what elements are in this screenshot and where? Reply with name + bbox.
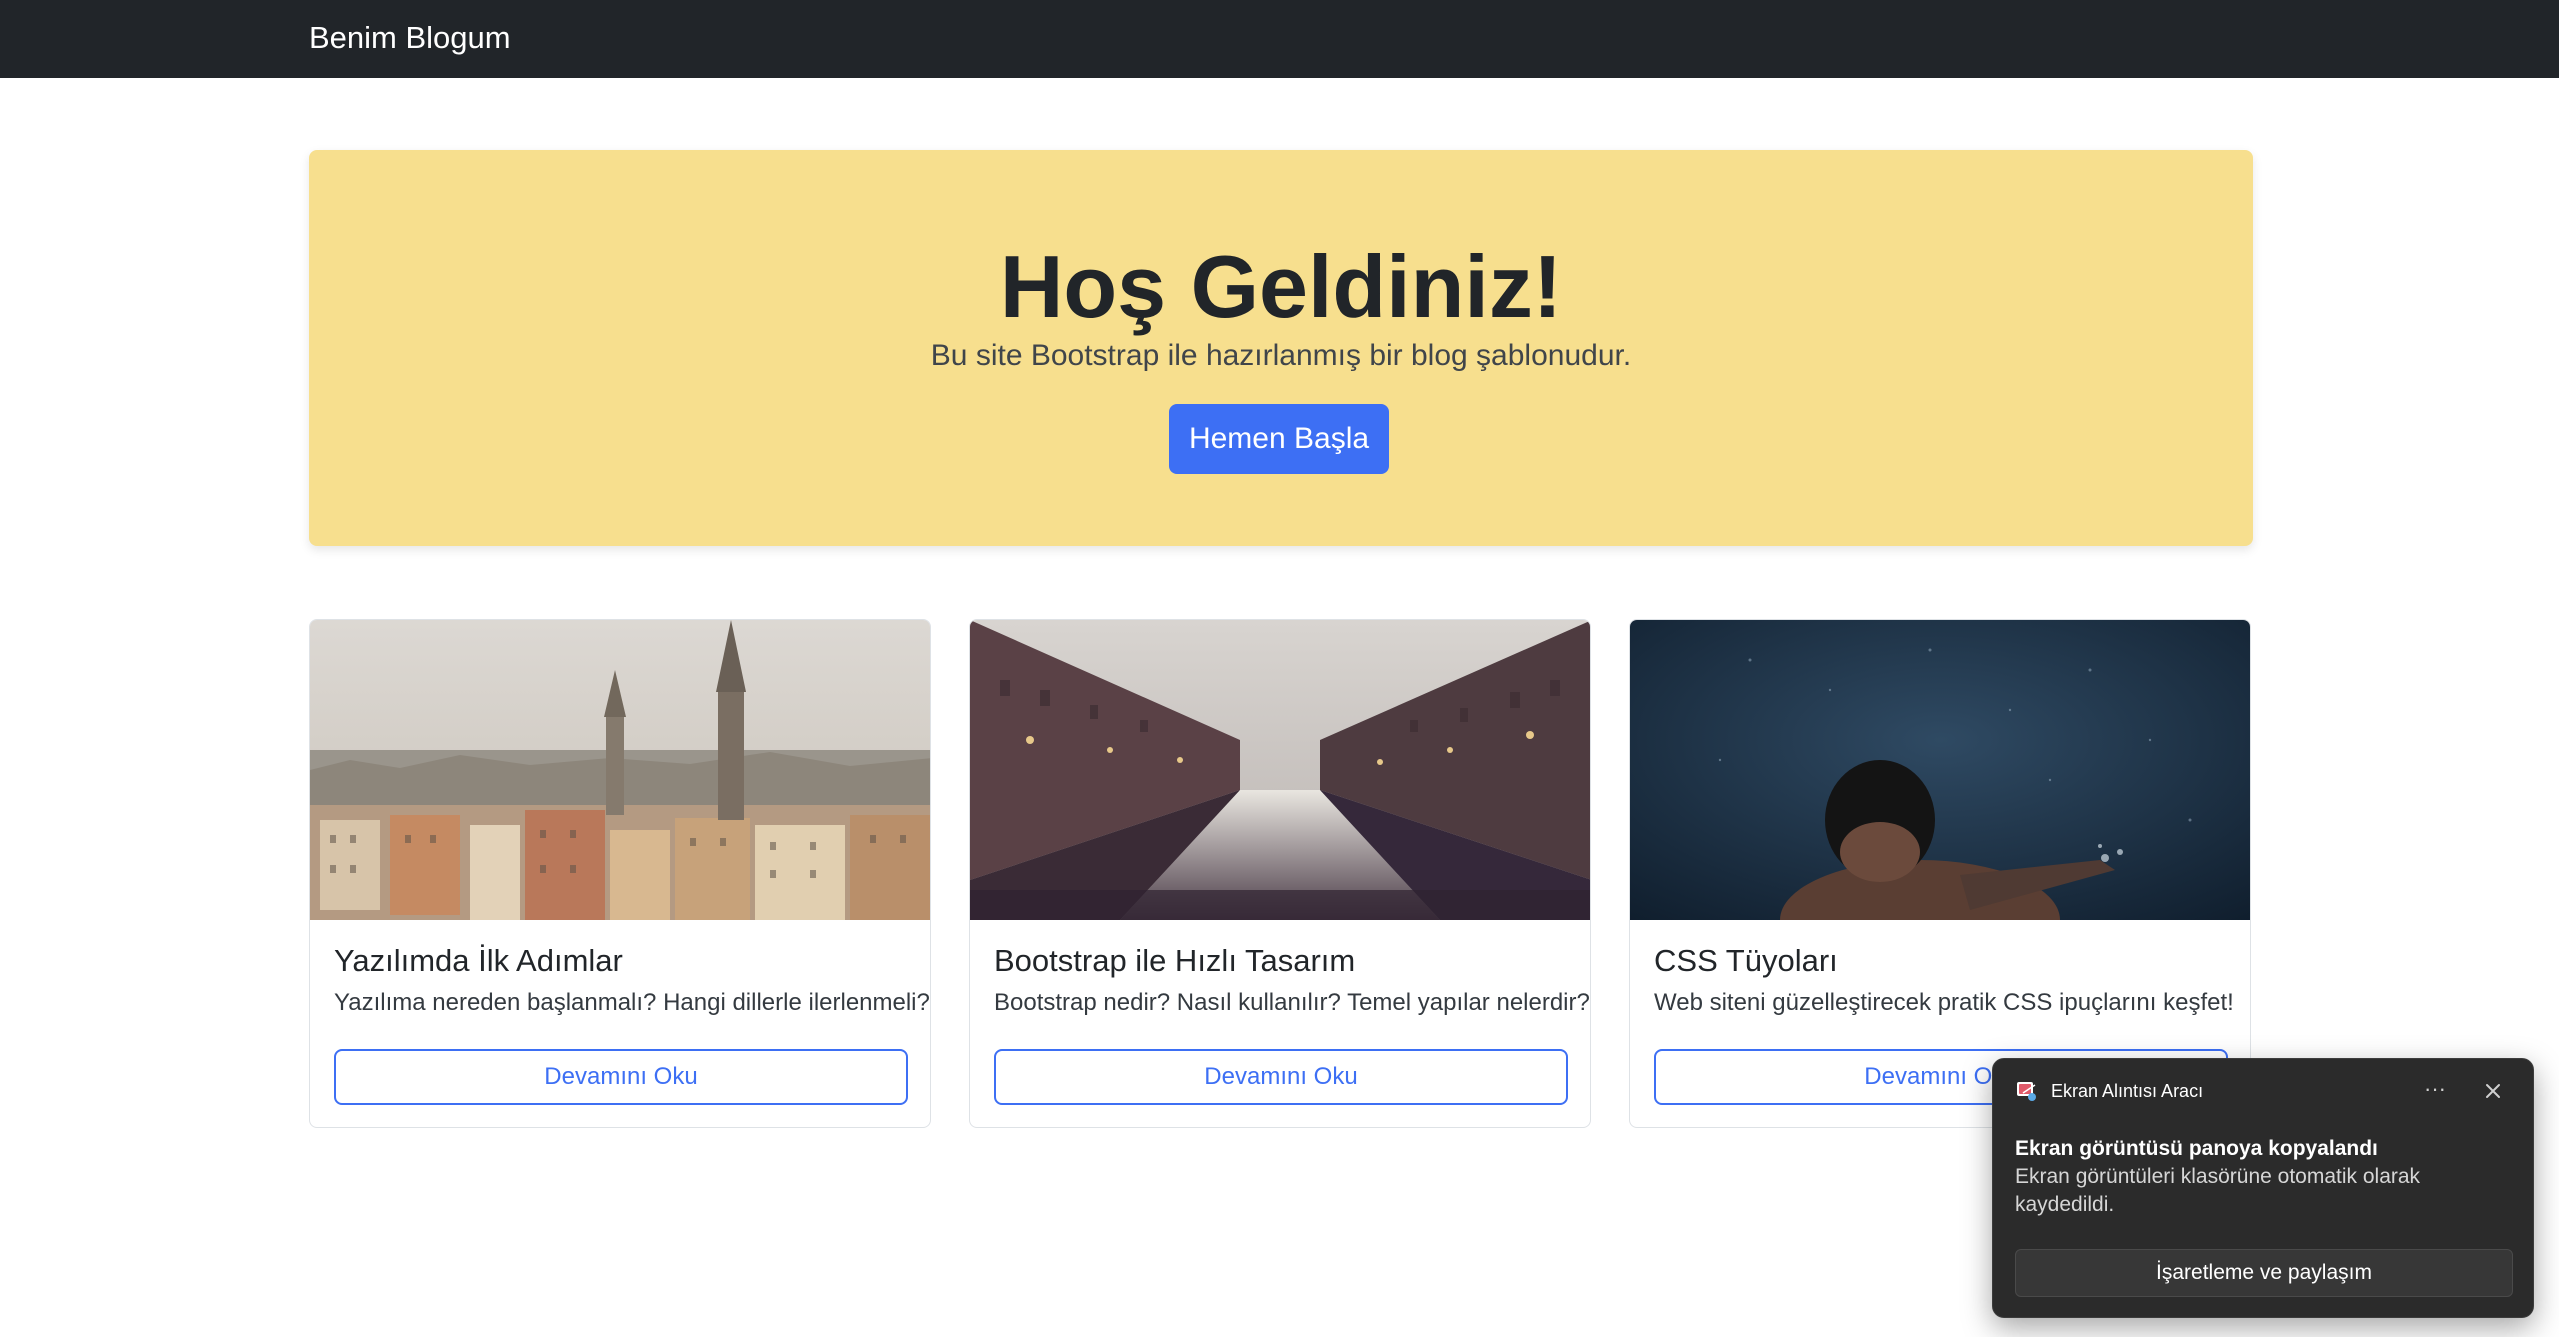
city-skyline-image	[310, 620, 930, 920]
notification-title: Ekran görüntüsü panoya kopyalandı	[2015, 1137, 2378, 1160]
blog-card-3: CSS Tüyoları Web siteni güzelleştirecek …	[1629, 619, 2251, 1128]
snipping-tool-icon	[2017, 1082, 2036, 1101]
screenshot-notification: Ekran Alıntısı Aracı ··· Ekran görüntüsü…	[1992, 1058, 2534, 1318]
card-text: Yazılıma nereden başlanmalı? Hangi dille…	[334, 989, 930, 1016]
get-started-button[interactable]: Hemen Başla	[1169, 404, 1389, 474]
hero-title: Hoş Geldiniz!	[999, 237, 1563, 336]
canal-street-image	[970, 620, 1590, 920]
notification-app-name: Ekran Alıntısı Aracı	[2051, 1081, 2204, 1101]
read-more-button[interactable]: Devamını Oku	[334, 1049, 908, 1105]
card-title: CSS Tüyoları	[1654, 943, 1838, 978]
notification-body: Ekran görüntüleri klasörüne otomatik ola…	[2015, 1165, 2421, 1216]
markup-and-share-button[interactable]: İşaretleme ve paylaşım	[2015, 1249, 2513, 1297]
hero-section: Hoş Geldiniz! Bu site Bootstrap ile hazı…	[309, 150, 2253, 546]
close-icon[interactable]	[2471, 1071, 2515, 1111]
navbar-brand[interactable]: Benim Blogum	[309, 18, 511, 58]
read-more-button[interactable]: Devamını Oku	[994, 1049, 1568, 1105]
hero-subtitle: Bu site Bootstrap ile hazırlanmış bir bl…	[930, 339, 1632, 372]
blog-card-1: Yazılımda İlk Adımlar Yazılıma nereden b…	[309, 619, 931, 1128]
card-text: Web siteni güzelleştirecek pratik CSS ip…	[1654, 989, 2234, 1016]
card-title: Bootstrap ile Hızlı Tasarım	[994, 943, 1356, 978]
card-text: Bootstrap nedir? Nasıl kullanılır? Temel…	[994, 989, 1590, 1016]
underwater-swimmer-image	[1630, 620, 2250, 920]
navbar: Benim Blogum	[0, 0, 2559, 78]
card-title: Yazılımda İlk Adımlar	[334, 943, 623, 978]
more-options-icon[interactable]: ···	[2413, 1071, 2457, 1111]
blog-card-2: Bootstrap ile Hızlı Tasarım Bootstrap ne…	[969, 619, 1591, 1128]
